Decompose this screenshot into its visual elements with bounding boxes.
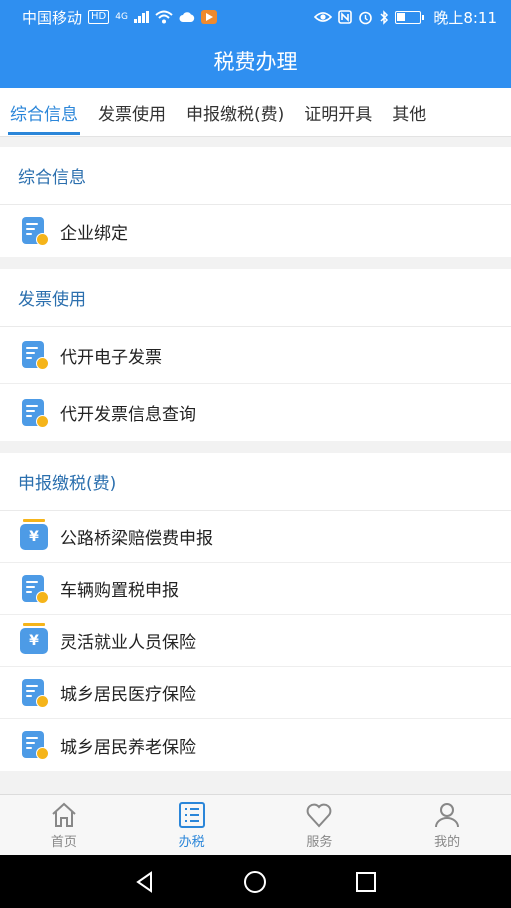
nav-label: 首页	[50, 834, 77, 850]
section-invoice-use: 发票使用 代开电子发票 代开发票信息查询	[0, 269, 511, 441]
tab-general-info[interactable]: 综合信息	[0, 88, 88, 137]
video-app-icon	[200, 10, 217, 24]
list-item-label: 企业绑定	[60, 223, 128, 244]
network-type: 4G	[115, 12, 128, 22]
nav-label: 办税	[178, 834, 205, 850]
tab-invoice-use[interactable]: 发票使用	[88, 88, 176, 137]
list-item-label: 城乡居民医疗保险	[60, 685, 196, 705]
user-icon	[435, 802, 460, 827]
battery-icon	[395, 10, 425, 24]
document-icon	[20, 678, 50, 708]
section-title: 申报缴税(费)	[0, 453, 511, 511]
document-icon	[20, 730, 50, 760]
list-item-label: 车辆购置税申报	[60, 581, 179, 601]
home-circle-icon[interactable]	[242, 869, 268, 895]
system-nav-bar	[0, 855, 511, 908]
nav-label: 我的	[434, 834, 461, 850]
hd-badge: HD	[88, 10, 110, 24]
service-list: 综合信息 企业绑定 发票使用 代开电子发票 代开发票信息查询 申报缴税(费) ¥…	[0, 147, 511, 783]
document-icon	[20, 340, 50, 370]
list-item-road-bridge-fee[interactable]: ¥ 公路桥梁赔偿费申报	[0, 511, 511, 563]
nfc-icon	[338, 10, 353, 24]
yen-icon: ¥	[20, 622, 50, 656]
wifi-icon	[155, 10, 173, 24]
list-item-label: 公路桥梁赔偿费申报	[60, 529, 213, 549]
nav-service[interactable]: 服务	[256, 795, 384, 855]
section-title: 综合信息	[0, 147, 511, 205]
document-icon	[20, 574, 50, 604]
home-icon	[52, 802, 76, 827]
tab-other[interactable]: 其他	[382, 88, 436, 137]
page-title: 税费办理	[0, 34, 511, 88]
list-item-vehicle-purchase-tax[interactable]: 车辆购置税申报	[0, 563, 511, 615]
list-item-electronic-invoice[interactable]: 代开电子发票	[0, 327, 511, 384]
list-item-enterprise-binding[interactable]: 企业绑定	[0, 205, 511, 257]
nav-label: 服务	[306, 834, 333, 850]
nav-mine[interactable]: 我的	[383, 795, 511, 855]
nav-tax[interactable]: 办税	[128, 795, 256, 855]
list-item-pension-insurance[interactable]: 城乡居民养老保险	[0, 719, 511, 771]
recents-icon[interactable]	[353, 869, 379, 895]
eye-icon	[314, 12, 333, 22]
list-item-label: 代开发票信息查询	[60, 405, 196, 425]
cloud-icon	[179, 12, 195, 22]
list-item-medical-insurance[interactable]: 城乡居民医疗保险	[0, 667, 511, 719]
yen-icon: ¥	[20, 518, 50, 552]
document-icon	[20, 216, 50, 246]
carrier-label: 中国移动	[22, 8, 83, 27]
list-item-label: 城乡居民养老保险	[60, 737, 196, 758]
bottom-nav: 首页 办税 服务 我的	[0, 794, 511, 855]
bluetooth-icon	[380, 9, 389, 25]
category-tabs: 综合信息 发票使用 申报缴税(费) 证明开具 其他	[0, 88, 511, 137]
list-item-invoice-query[interactable]: 代开发票信息查询	[0, 384, 511, 441]
document-icon	[20, 398, 50, 428]
tab-tax-declaration[interactable]: 申报缴税(费)	[176, 88, 294, 137]
nav-home[interactable]: 首页	[0, 795, 128, 855]
signal-icon	[133, 11, 149, 23]
back-icon[interactable]	[132, 869, 158, 895]
tab-certificate[interactable]: 证明开具	[294, 88, 382, 137]
list-item-label: 代开电子发票	[60, 347, 162, 368]
alarm-icon	[359, 11, 373, 24]
section-tax-declaration: 申报缴税(费) ¥ 公路桥梁赔偿费申报 车辆购置税申报 ¥ 灵活就业人员保险 城…	[0, 453, 511, 771]
section-general-info: 综合信息 企业绑定	[0, 147, 511, 257]
section-title: 发票使用	[0, 269, 511, 327]
list-item-label: 灵活就业人员保险	[60, 633, 196, 653]
status-bar: 中国移动 HD 4G 晚上8:11	[0, 0, 511, 34]
list-item-flexible-employment-insurance[interactable]: ¥ 灵活就业人员保险	[0, 615, 511, 667]
status-time: 晚上8:11	[433, 8, 497, 27]
list-icon	[178, 801, 205, 828]
heart-icon	[306, 803, 332, 827]
